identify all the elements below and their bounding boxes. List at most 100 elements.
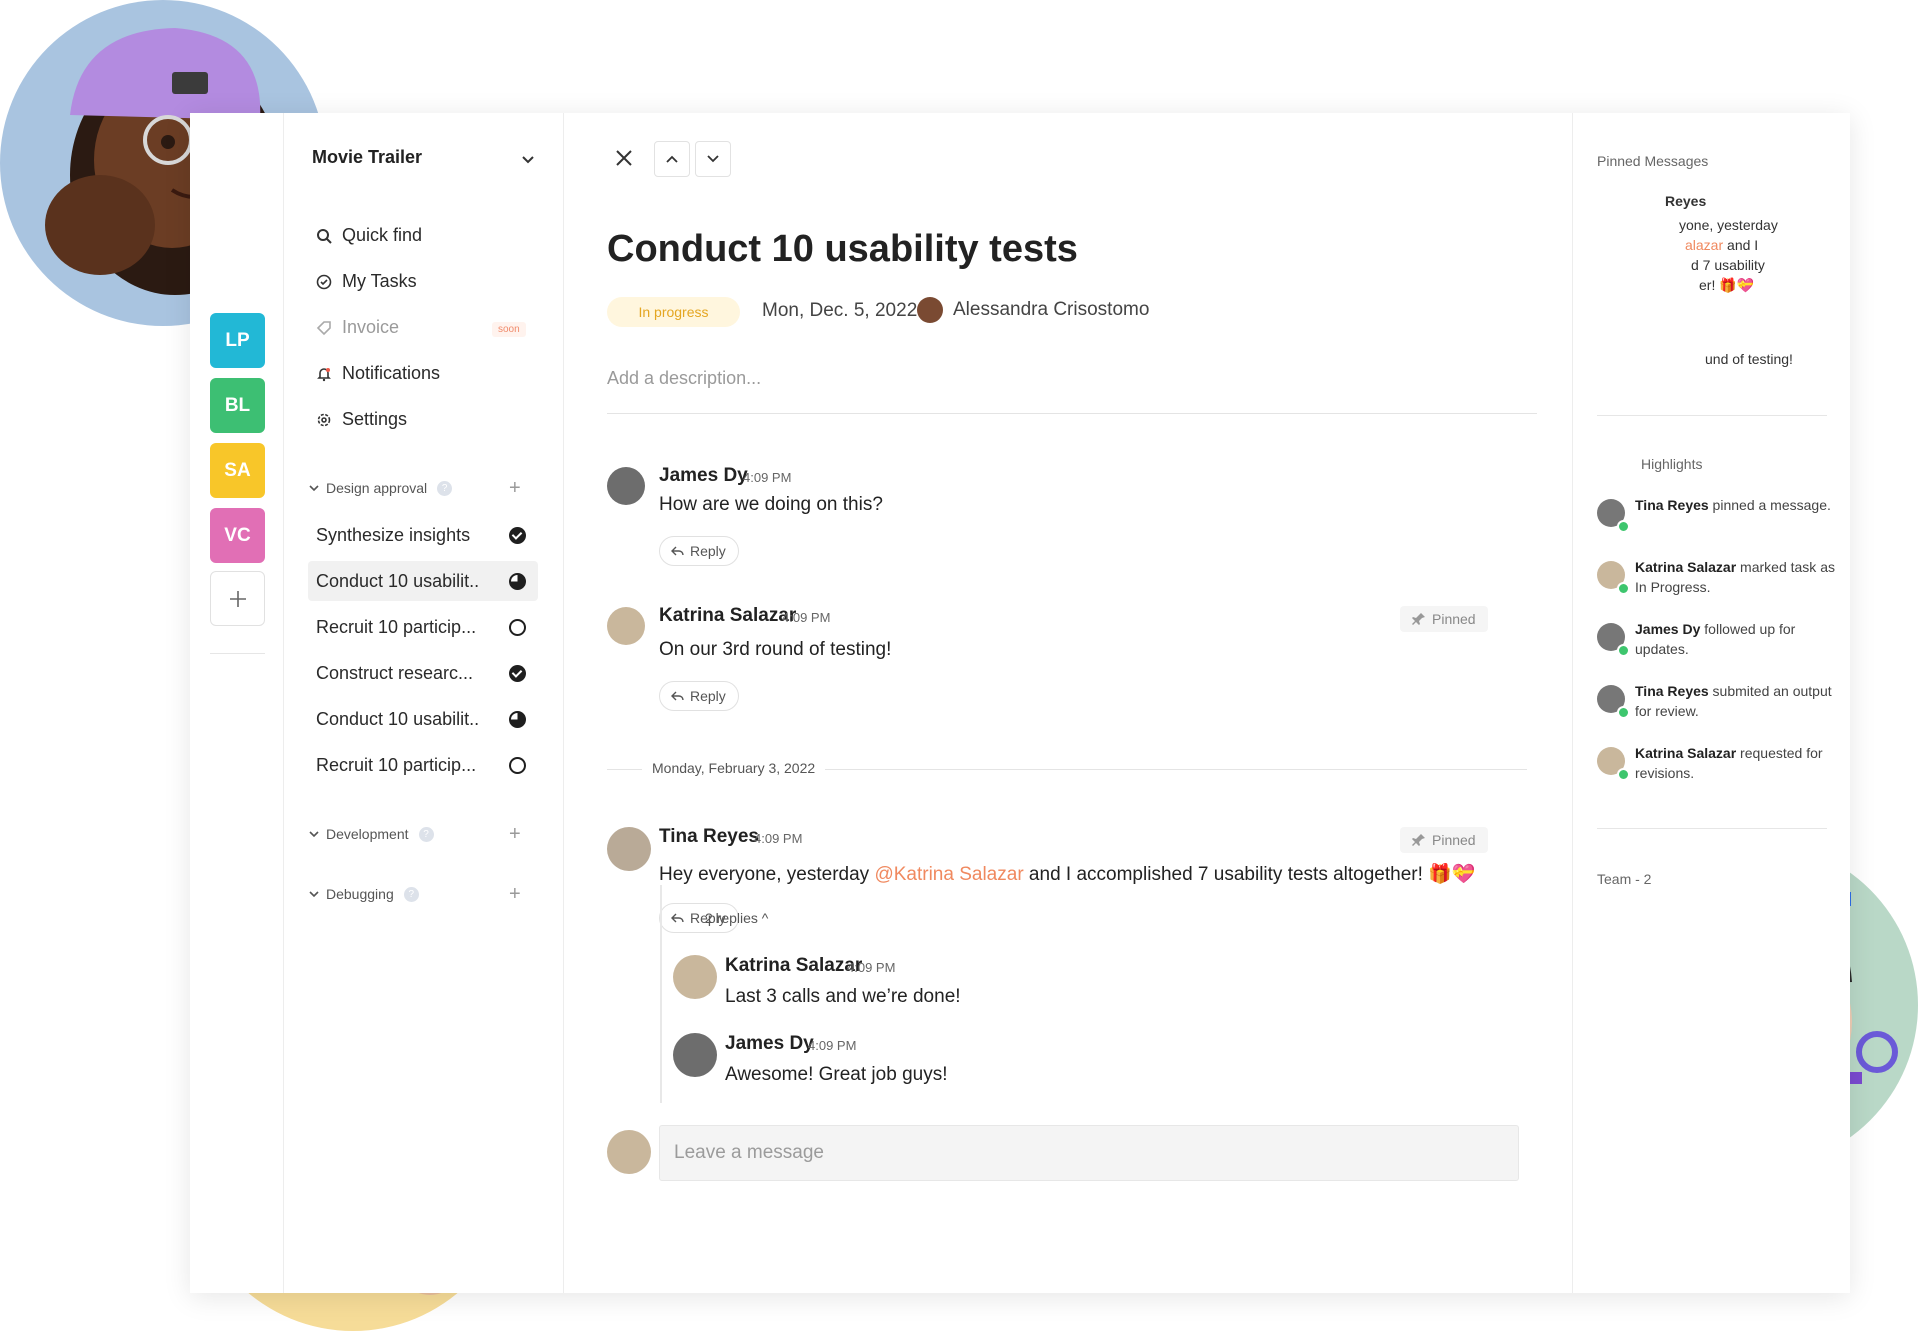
- task-item-label: Synthesize insights: [316, 524, 471, 545]
- add-workspace-button[interactable]: [210, 571, 265, 626]
- highlight-item[interactable]: Katrina Salazar marked task as In Progre…: [1597, 557, 1837, 605]
- pinned-badge[interactable]: Pinned: [1400, 827, 1488, 853]
- task-item-active[interactable]: Conduct 10 usabilit..: [308, 561, 538, 601]
- pinned-text-line: d 7 usability: [1691, 257, 1765, 273]
- pinned-text-line: alazar and I: [1685, 235, 1758, 255]
- pinned-text-line: yone, yesterday: [1679, 217, 1778, 233]
- task-item[interactable]: Conduct 10 usabilit..: [308, 699, 538, 739]
- highlight-text: Katrina Salazar requested for revisions.: [1635, 743, 1835, 783]
- chevron-down-icon: [707, 155, 719, 163]
- message-text-start: Hey everyone, yesterday: [659, 864, 875, 885]
- workspace-rail: LP BL SA VC: [190, 113, 283, 1293]
- help-icon[interactable]: ?: [437, 480, 453, 496]
- avatar: [673, 1033, 717, 1077]
- highlight-text: James Dy followed up for updates.: [1635, 619, 1835, 659]
- tag-icon: [316, 320, 331, 335]
- team-title: Team - 2: [1597, 871, 1652, 887]
- message-text: Last 3 calls and we’re done!: [725, 986, 961, 1007]
- close-icon: [616, 150, 632, 166]
- group-debugging[interactable]: Debugging ?: [308, 886, 419, 902]
- highlight-author: Katrina Salazar: [1635, 559, 1737, 575]
- reply-label: Reply: [690, 688, 726, 704]
- gear-icon: [317, 413, 331, 426]
- nav-quick-find-label: Quick find: [342, 225, 423, 245]
- rail-divider: [210, 653, 265, 654]
- thread-line: [660, 885, 662, 1103]
- nav-notifications[interactable]: Notifications: [316, 363, 440, 384]
- highlight-item[interactable]: Tina Reyes submited an output for review…: [1597, 681, 1837, 729]
- pinned-badge[interactable]: Pinned: [1400, 606, 1488, 632]
- highlight-item[interactable]: Katrina Salazar requested for revisions.: [1597, 743, 1837, 791]
- highlight-author: Katrina Salazar: [1635, 745, 1737, 761]
- add-task-button[interactable]: +: [509, 823, 521, 846]
- workspace-sa[interactable]: SA: [210, 443, 265, 498]
- app-window: LP BL SA VC Movie Trailer Quick find My …: [190, 113, 1850, 1293]
- pin-icon: [1412, 834, 1425, 846]
- reply-button[interactable]: Reply: [659, 681, 739, 711]
- nav-quick-find[interactable]: Quick find: [316, 225, 422, 246]
- group-development-label: Development: [326, 826, 409, 842]
- online-indicator: [1617, 582, 1630, 595]
- pinned-text-line: und of testing!: [1705, 351, 1793, 367]
- divider: [1597, 828, 1827, 829]
- online-indicator: [1617, 520, 1630, 533]
- message-author: James Dy: [725, 1033, 814, 1054]
- chevron-up-icon: [666, 155, 678, 163]
- task-item[interactable]: Construct researc...: [308, 653, 538, 693]
- nav-invoice[interactable]: Invoice: [316, 317, 399, 338]
- status-todo-icon: [509, 756, 526, 774]
- avatar: [607, 1130, 651, 1174]
- add-task-button[interactable]: +: [509, 883, 521, 906]
- soon-badge: soon: [492, 322, 526, 337]
- close-button[interactable]: [607, 141, 641, 175]
- mention-link[interactable]: alazar: [1685, 237, 1723, 253]
- help-icon[interactable]: ?: [418, 826, 434, 842]
- highlight-item[interactable]: James Dy followed up for updates.: [1597, 619, 1837, 667]
- highlight-author: Tina Reyes: [1635, 497, 1709, 513]
- task-detail: Conduct 10 usability tests In progress M…: [562, 113, 1572, 1293]
- task-item[interactable]: Recruit 10 particip...: [308, 745, 538, 785]
- activity-panel: Pinned Messages Reyes yone, yesterday al…: [1572, 113, 1851, 1293]
- workspace-lp[interactable]: LP: [210, 313, 265, 368]
- replies-toggle[interactable]: 2 replies ^: [705, 910, 768, 926]
- nav-settings-label: Settings: [342, 409, 408, 429]
- help-icon[interactable]: ?: [403, 886, 419, 902]
- assignee[interactable]: Alessandra Crisostomo: [917, 297, 1149, 323]
- task-item[interactable]: Synthesize insights: [308, 515, 538, 555]
- status-done-icon: [509, 526, 526, 544]
- next-task-button[interactable]: [695, 141, 731, 177]
- mention-link[interactable]: @Katrina Salazar: [874, 864, 1023, 885]
- workspace-bl[interactable]: BL: [210, 378, 265, 433]
- assignee-name: Alessandra Crisostomo: [953, 299, 1150, 320]
- description-input[interactable]: Add a description...: [607, 368, 761, 389]
- group-development[interactable]: Development ?: [308, 826, 434, 842]
- message-time: 4:09 PM: [782, 610, 831, 625]
- highlight-item[interactable]: Tina Reyes pinned a message.: [1597, 495, 1837, 543]
- task-item[interactable]: Recruit 10 particip...: [308, 607, 538, 647]
- project-title[interactable]: Movie Trailer: [312, 147, 422, 168]
- plus-icon: [229, 590, 246, 607]
- due-date[interactable]: Mon, Dec. 5, 2022: [762, 300, 917, 322]
- divider: [1597, 415, 1827, 416]
- search-icon: [317, 228, 332, 244]
- group-design-approval[interactable]: Design approval ?: [308, 480, 453, 496]
- nav-my-tasks[interactable]: My Tasks: [316, 271, 417, 292]
- message-time: 4:09 PM: [743, 470, 792, 485]
- nav-invoice-label: Invoice: [342, 317, 400, 337]
- reply-button[interactable]: Reply: [659, 536, 739, 566]
- add-task-button[interactable]: +: [509, 477, 521, 500]
- group-design-approval-label: Design approval: [326, 480, 428, 496]
- message-time: 4:09 PM: [754, 831, 803, 846]
- nav-settings[interactable]: Settings: [316, 409, 407, 430]
- previous-task-button[interactable]: [654, 141, 690, 177]
- bell-icon: [317, 367, 331, 381]
- divider: [607, 413, 1537, 414]
- status-badge[interactable]: In progress: [607, 297, 740, 327]
- message-author: Katrina Salazar: [659, 605, 797, 626]
- avatar: [673, 955, 717, 999]
- chevron-down-icon[interactable]: [520, 151, 536, 167]
- reply-icon: [671, 546, 684, 556]
- workspace-vc[interactable]: VC: [210, 508, 265, 563]
- message-input[interactable]: Leave a message: [659, 1125, 1519, 1181]
- nav-my-tasks-label: My Tasks: [342, 271, 417, 291]
